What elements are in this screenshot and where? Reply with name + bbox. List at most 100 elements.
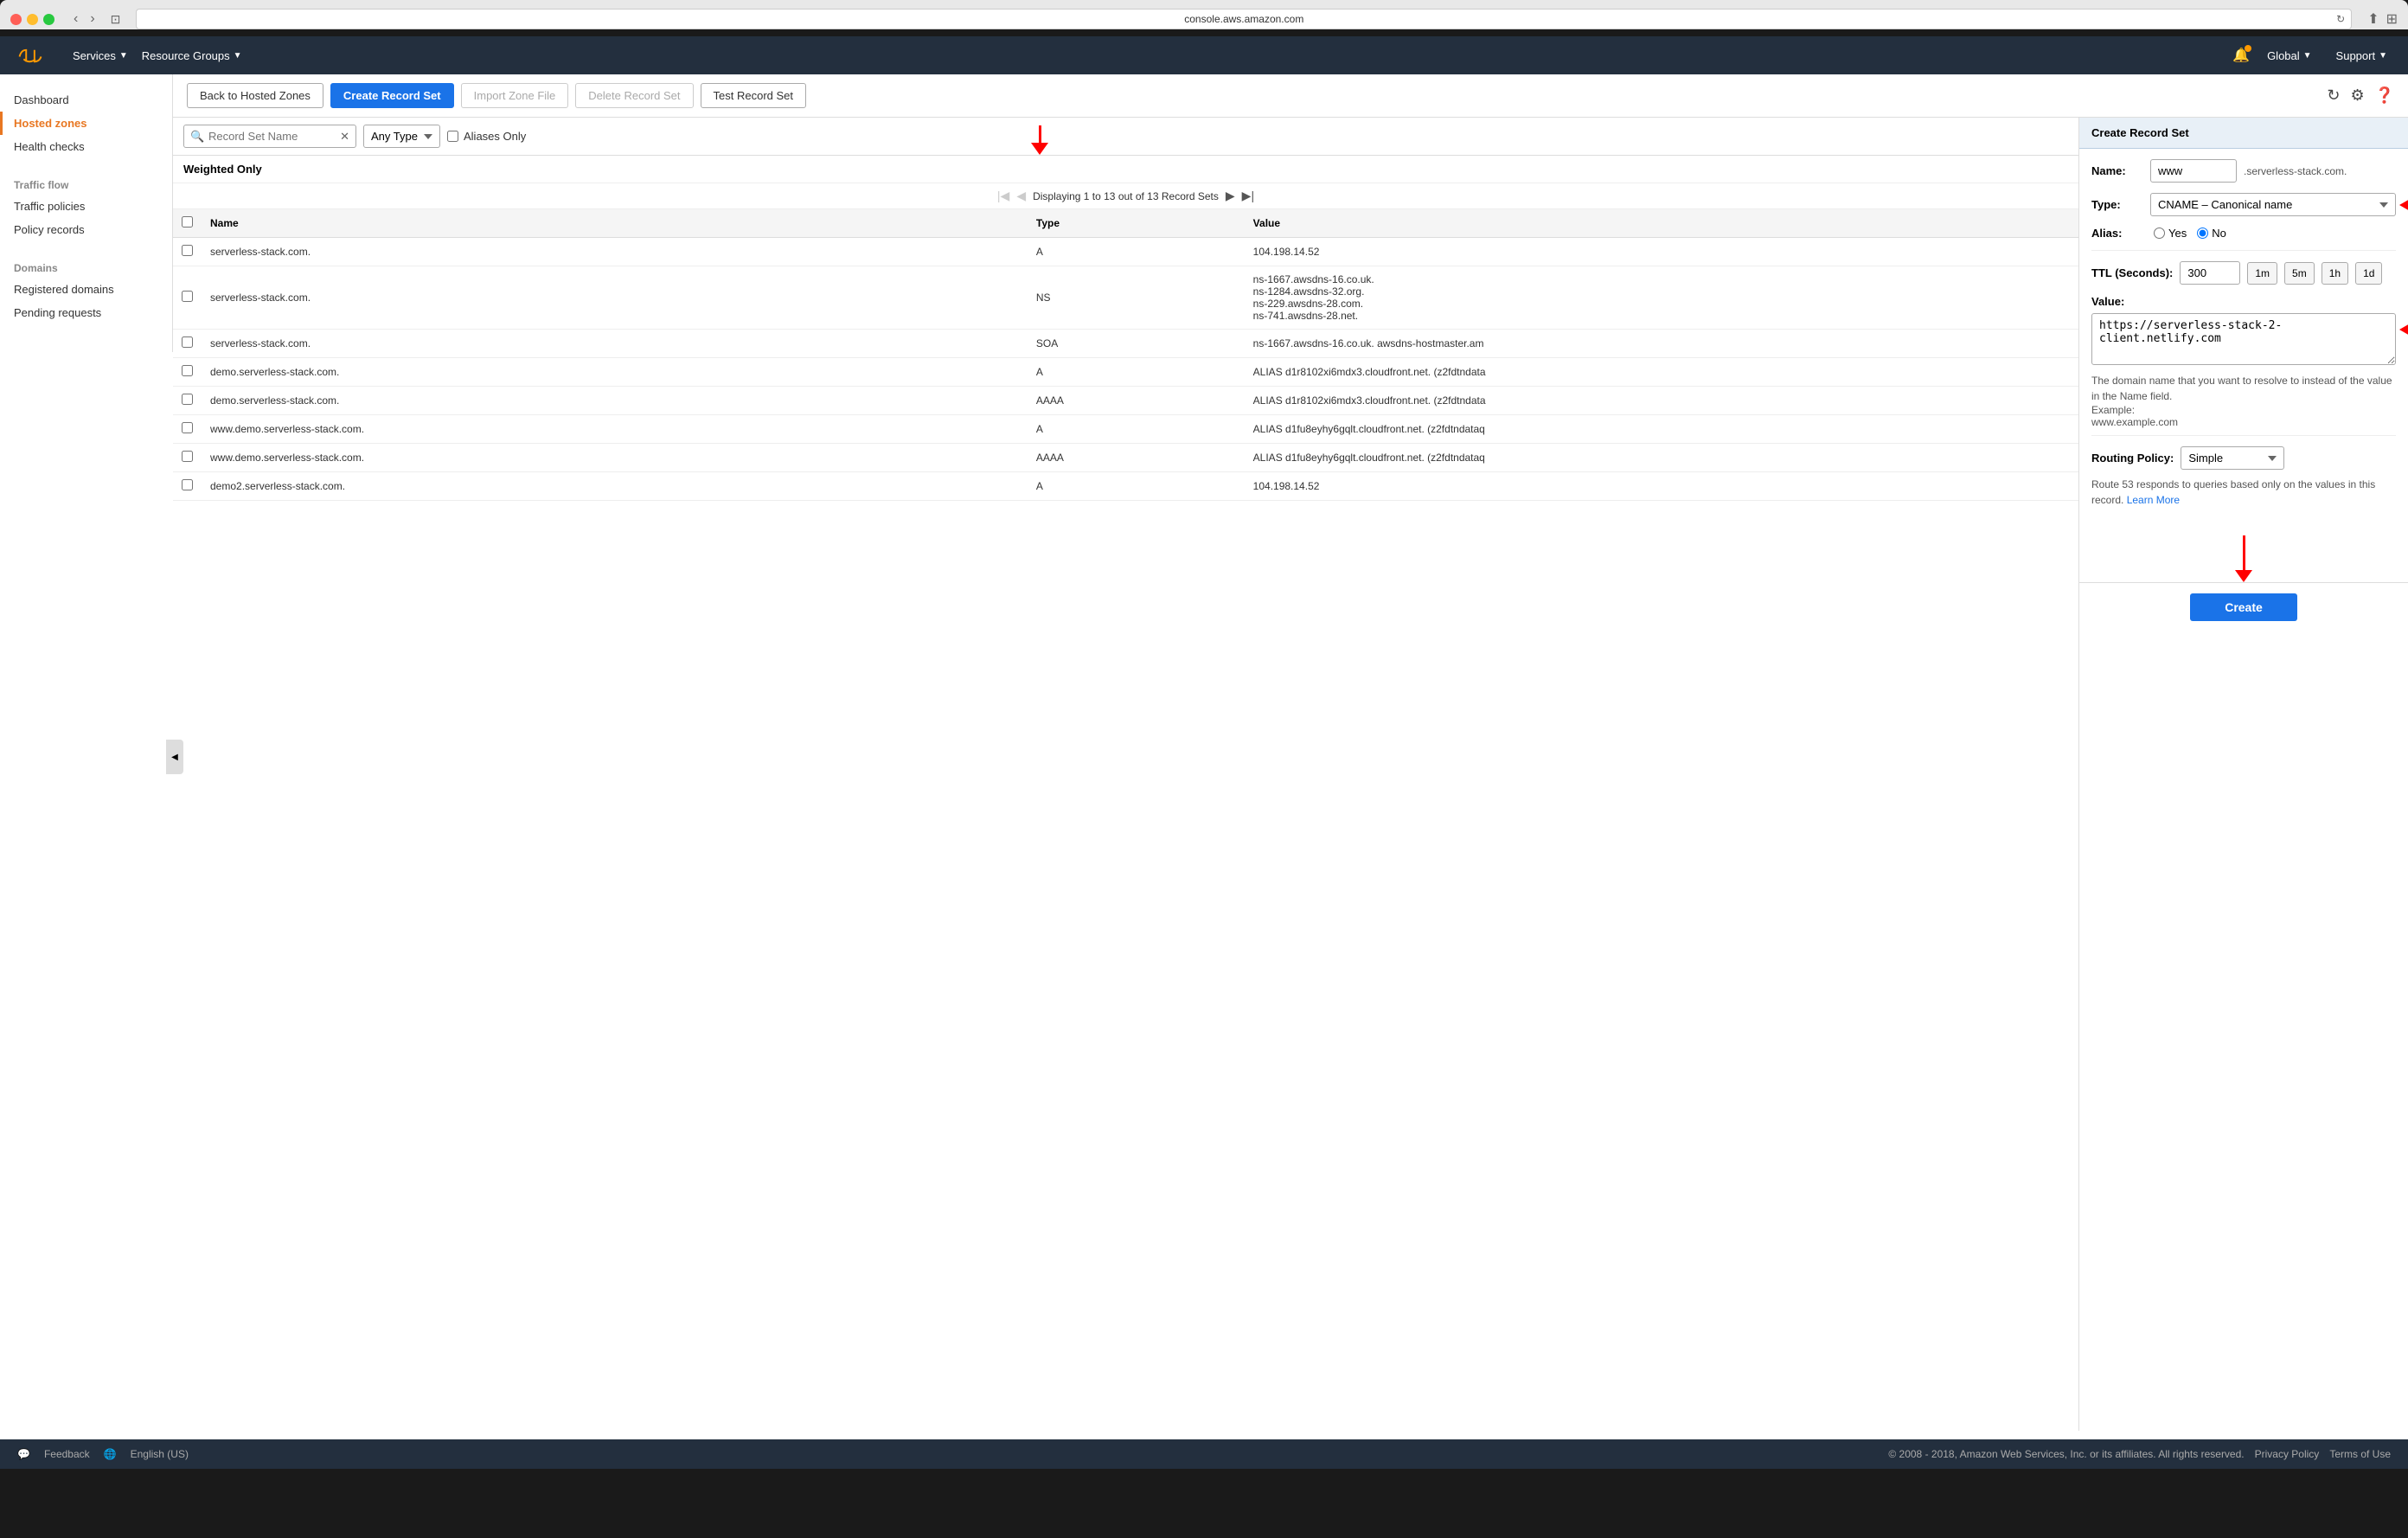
select-all-checkbox[interactable]	[182, 216, 193, 227]
table-row[interactable]: serverless-stack.com. SOA ns-1667.awsdns…	[173, 330, 2078, 358]
services-nav[interactable]: Services ▼	[66, 49, 135, 62]
refresh-icon[interactable]: ↻	[2336, 13, 2345, 25]
close-button[interactable]	[10, 14, 22, 25]
row-name: serverless-stack.com.	[202, 266, 1028, 330]
sidebar-item-hosted-zones[interactable]: Hosted zones	[0, 112, 172, 135]
sidebar-item-traffic-policies[interactable]: Traffic policies	[0, 195, 172, 218]
type-filter-select[interactable]: Any Type	[363, 125, 440, 148]
row-checkbox[interactable]	[182, 451, 193, 462]
name-suffix: .serverless-stack.com.	[2244, 165, 2347, 177]
learn-more-link[interactable]: Learn More	[2127, 494, 2180, 506]
services-caret-icon: ▼	[119, 51, 128, 61]
aws-navbar: Services ▼ Resource Groups ▼ 🔔 Global ▼ …	[0, 36, 2408, 74]
create-button[interactable]: Create	[2190, 593, 2297, 621]
next-page-button[interactable]: ▶	[1226, 189, 1235, 203]
type-field-select[interactable]: CNAME – Canonical name A – IPv4 address …	[2150, 193, 2396, 216]
sidebar-item-pending-requests[interactable]: Pending requests	[0, 301, 172, 324]
name-field[interactable]	[2150, 159, 2237, 183]
table-row[interactable]: demo.serverless-stack.com. AAAA ALIAS d1…	[173, 387, 2078, 415]
ttl-5m-button[interactable]: 5m	[2284, 262, 2315, 285]
table-row[interactable]: serverless-stack.com. A 104.198.14.52	[173, 238, 2078, 266]
row-value: ns-1667.awsdns-16.co.uk. awsdns-hostmast…	[1245, 330, 2078, 358]
minimize-button[interactable]	[27, 14, 38, 25]
filter-bar: 🔍 ✕ Any Type Aliases Only	[173, 118, 2078, 156]
routing-section: Routing Policy: Simple Weighted Latency …	[2091, 435, 2396, 508]
row-checkbox[interactable]	[182, 291, 193, 302]
row-name: serverless-stack.com.	[202, 238, 1028, 266]
value-hint-text: The domain name that you want to resolve…	[2091, 373, 2396, 404]
weighted-only-label: Weighted Only	[173, 156, 2078, 183]
feedback-label[interactable]: Feedback	[44, 1448, 90, 1460]
refresh-records-icon[interactable]: ↻	[2327, 87, 2340, 105]
aws-logo	[14, 44, 48, 67]
resource-groups-nav[interactable]: Resource Groups ▼	[135, 49, 249, 62]
row-name: demo.serverless-stack.com.	[202, 358, 1028, 387]
row-name: www.demo.serverless-stack.com.	[202, 444, 1028, 472]
toolbar: Back to Hosted Zones Create Record Set I…	[173, 74, 2408, 118]
sidebar-item-dashboard[interactable]: Dashboard	[0, 88, 172, 112]
create-arrow-annotation	[2079, 518, 2408, 582]
privacy-policy-link[interactable]: Privacy Policy	[2255, 1448, 2320, 1460]
col-name: Name	[202, 209, 1028, 238]
back-to-hosted-zones-button[interactable]: Back to Hosted Zones	[187, 83, 323, 108]
alias-no-radio[interactable]: No	[2197, 227, 2226, 240]
ttl-1d-button[interactable]: 1d	[2355, 262, 2382, 285]
row-checkbox[interactable]	[182, 336, 193, 348]
ttl-field[interactable]	[2180, 261, 2240, 285]
row-type: NS	[1028, 266, 1245, 330]
maximize-button[interactable]	[43, 14, 54, 25]
row-checkbox[interactable]	[182, 479, 193, 490]
support-nav[interactable]: Support ▼	[2329, 49, 2394, 62]
aliases-only-checkbox[interactable]	[447, 131, 458, 142]
row-value: ALIAS d1fu8eyhy6gqlt.cloudfront.net. (z2…	[1245, 415, 2078, 444]
forward-nav-button[interactable]: ›	[86, 10, 98, 29]
record-set-name-input[interactable]	[183, 125, 356, 148]
ttl-1h-button[interactable]: 1h	[2322, 262, 2348, 285]
row-type: AAAA	[1028, 444, 1245, 472]
global-nav[interactable]: Global ▼	[2260, 49, 2318, 62]
row-type: A	[1028, 358, 1245, 387]
sidebar-item-policy-records[interactable]: Policy records	[0, 218, 172, 241]
alias-no-input[interactable]	[2197, 227, 2208, 239]
alias-yes-radio[interactable]: Yes	[2154, 227, 2187, 240]
last-page-button[interactable]: ▶|	[1242, 189, 1254, 203]
table-row[interactable]: demo.serverless-stack.com. A ALIAS d1r81…	[173, 358, 2078, 387]
row-checkbox[interactable]	[182, 422, 193, 433]
tab-view-button[interactable]: ⊡	[111, 12, 121, 27]
table-row[interactable]: serverless-stack.com. NS ns-1667.awsdns-…	[173, 266, 2078, 330]
address-bar[interactable]	[136, 9, 2352, 29]
ttl-1m-button[interactable]: 1m	[2247, 262, 2277, 285]
table-row[interactable]: www.demo.serverless-stack.com. A ALIAS d…	[173, 415, 2078, 444]
row-value: 104.198.14.52	[1245, 238, 2078, 266]
row-checkbox[interactable]	[182, 365, 193, 376]
sidebar-item-registered-domains[interactable]: Registered domains	[0, 278, 172, 301]
settings-icon[interactable]: ⚙	[2350, 87, 2364, 105]
row-checkbox[interactable]	[182, 394, 193, 405]
new-tab-button[interactable]: ⊞	[2386, 10, 2398, 28]
row-name: serverless-stack.com.	[202, 330, 1028, 358]
routing-policy-select[interactable]: Simple Weighted Latency Failover Geoloca…	[2181, 446, 2284, 470]
value-textarea[interactable]: https://serverless-stack-2-client.netlif…	[2091, 313, 2396, 365]
terms-of-use-link[interactable]: Terms of Use	[2329, 1448, 2391, 1460]
ttl-field-label: TTL (Seconds):	[2091, 266, 2173, 279]
help-icon[interactable]: ❓	[2375, 87, 2394, 105]
language-label[interactable]: English (US)	[131, 1448, 189, 1460]
page-footer: 💬 Feedback 🌐 English (US) © 2008 - 2018,…	[0, 1439, 2408, 1469]
sidebar-item-health-checks[interactable]: Health checks	[0, 135, 172, 158]
row-checkbox[interactable]	[182, 245, 193, 256]
row-name: www.demo.serverless-stack.com.	[202, 415, 1028, 444]
row-name: demo.serverless-stack.com.	[202, 387, 1028, 415]
notifications-bell[interactable]: 🔔	[2232, 47, 2250, 64]
alias-yes-input[interactable]	[2154, 227, 2165, 239]
back-nav-button[interactable]: ‹	[70, 10, 81, 29]
table-row[interactable]: www.demo.serverless-stack.com. AAAA ALIA…	[173, 444, 2078, 472]
prev-page-button[interactable]: ◀	[1016, 189, 1026, 203]
clear-search-icon[interactable]: ✕	[340, 130, 349, 144]
create-record-set-button[interactable]: Create Record Set	[330, 83, 454, 108]
share-button[interactable]: ⬆	[2367, 10, 2379, 28]
test-record-set-button[interactable]: Test Record Set	[701, 83, 807, 108]
row-type: A	[1028, 415, 1245, 444]
first-page-button[interactable]: |◀	[997, 189, 1009, 203]
table-row[interactable]: demo2.serverless-stack.com. A 104.198.14…	[173, 472, 2078, 501]
aliases-only-label[interactable]: Aliases Only	[447, 130, 526, 143]
